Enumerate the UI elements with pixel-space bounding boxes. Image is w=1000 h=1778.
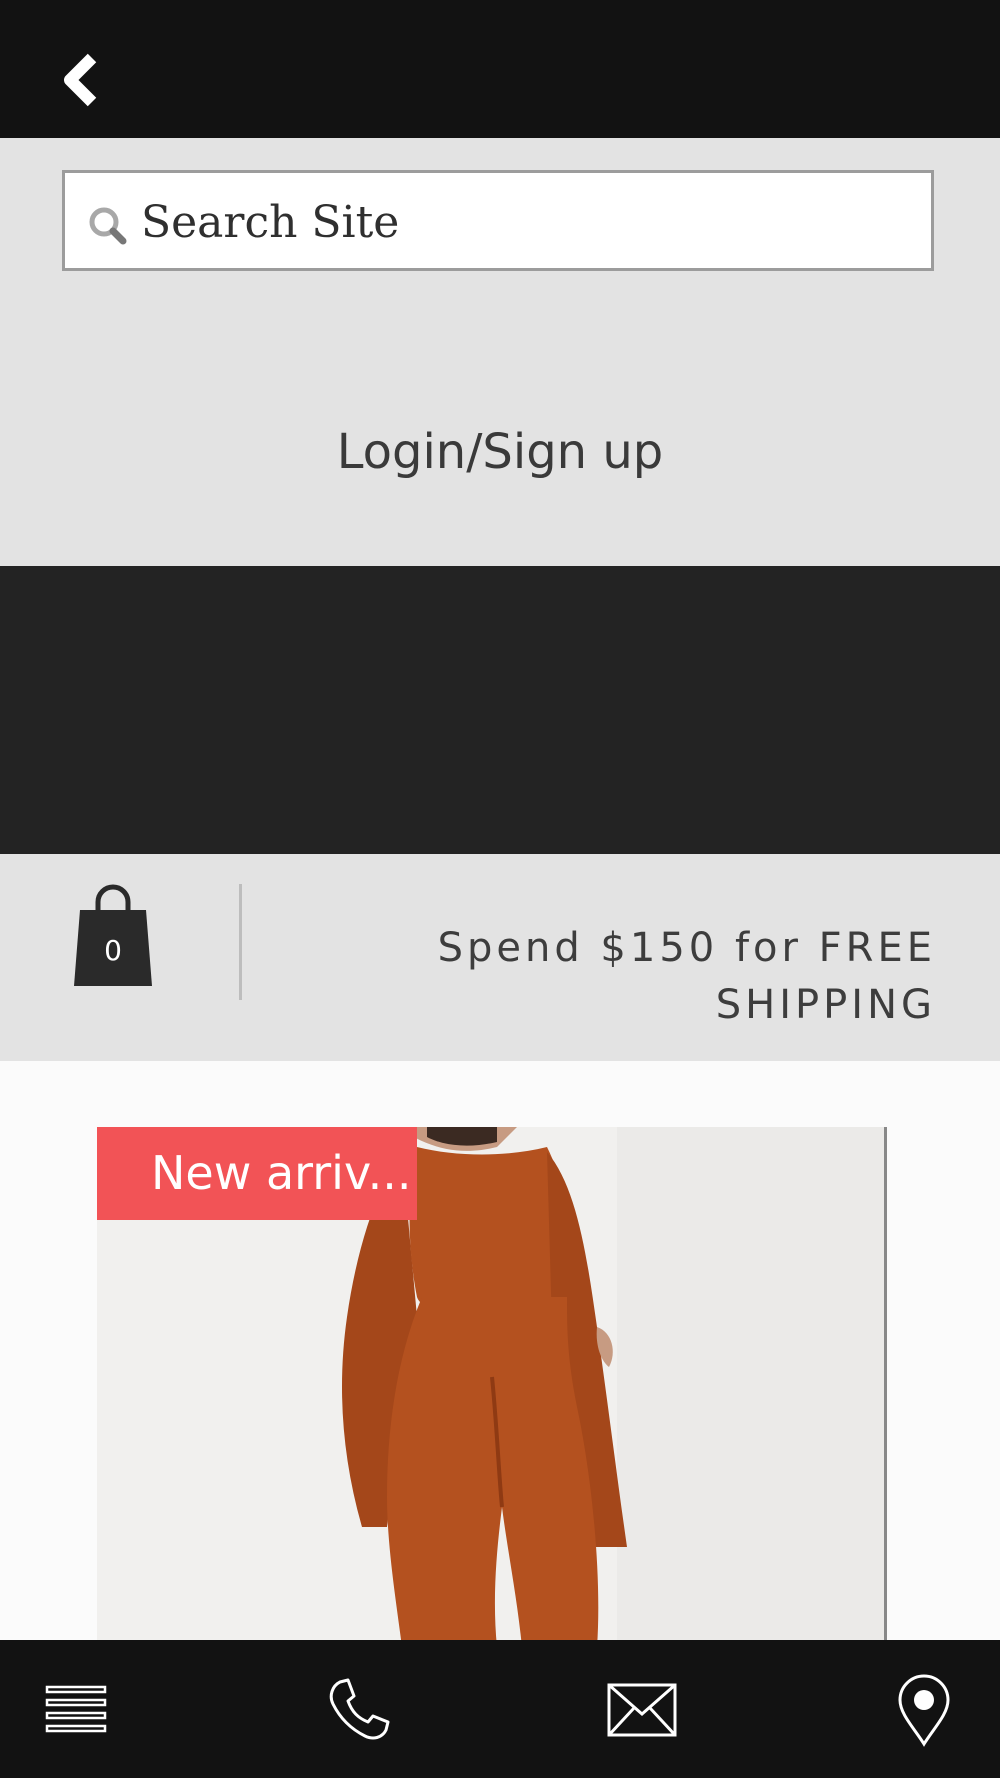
call-button[interactable] — [318, 1670, 398, 1750]
chevron-left-icon — [64, 53, 97, 107]
promo-line-2: SHIPPING — [715, 982, 936, 1028]
phone-icon — [329, 1678, 390, 1740]
divider — [239, 884, 242, 1000]
search-section: Login/Sign up — [0, 138, 1000, 566]
email-button[interactable] — [602, 1670, 682, 1750]
search-icon — [89, 207, 127, 245]
banner-area — [0, 566, 1000, 854]
menu-icon — [45, 1685, 107, 1733]
promo-line-1: Spend $150 for FREE — [437, 925, 936, 971]
search-input[interactable] — [139, 183, 923, 261]
mail-icon — [607, 1683, 677, 1737]
search-box[interactable] — [62, 170, 934, 271]
bottom-nav — [0, 1640, 1000, 1778]
promo-section: 0 Spend $150 for FREE SHIPPING — [0, 854, 1000, 1061]
cart-count: 0 — [104, 934, 122, 967]
menu-button[interactable] — [36, 1670, 116, 1750]
login-signup-link[interactable]: Login/Sign up — [0, 424, 1000, 480]
free-shipping-message: Spend $150 for FREE SHIPPING — [296, 920, 936, 1034]
cart-button[interactable]: 0 — [70, 882, 156, 986]
top-bar — [0, 0, 1000, 138]
location-pin-icon — [898, 1674, 950, 1747]
location-button[interactable] — [884, 1670, 964, 1750]
new-arrival-badge: New arriv... — [97, 1127, 417, 1220]
back-button[interactable] — [58, 50, 108, 110]
